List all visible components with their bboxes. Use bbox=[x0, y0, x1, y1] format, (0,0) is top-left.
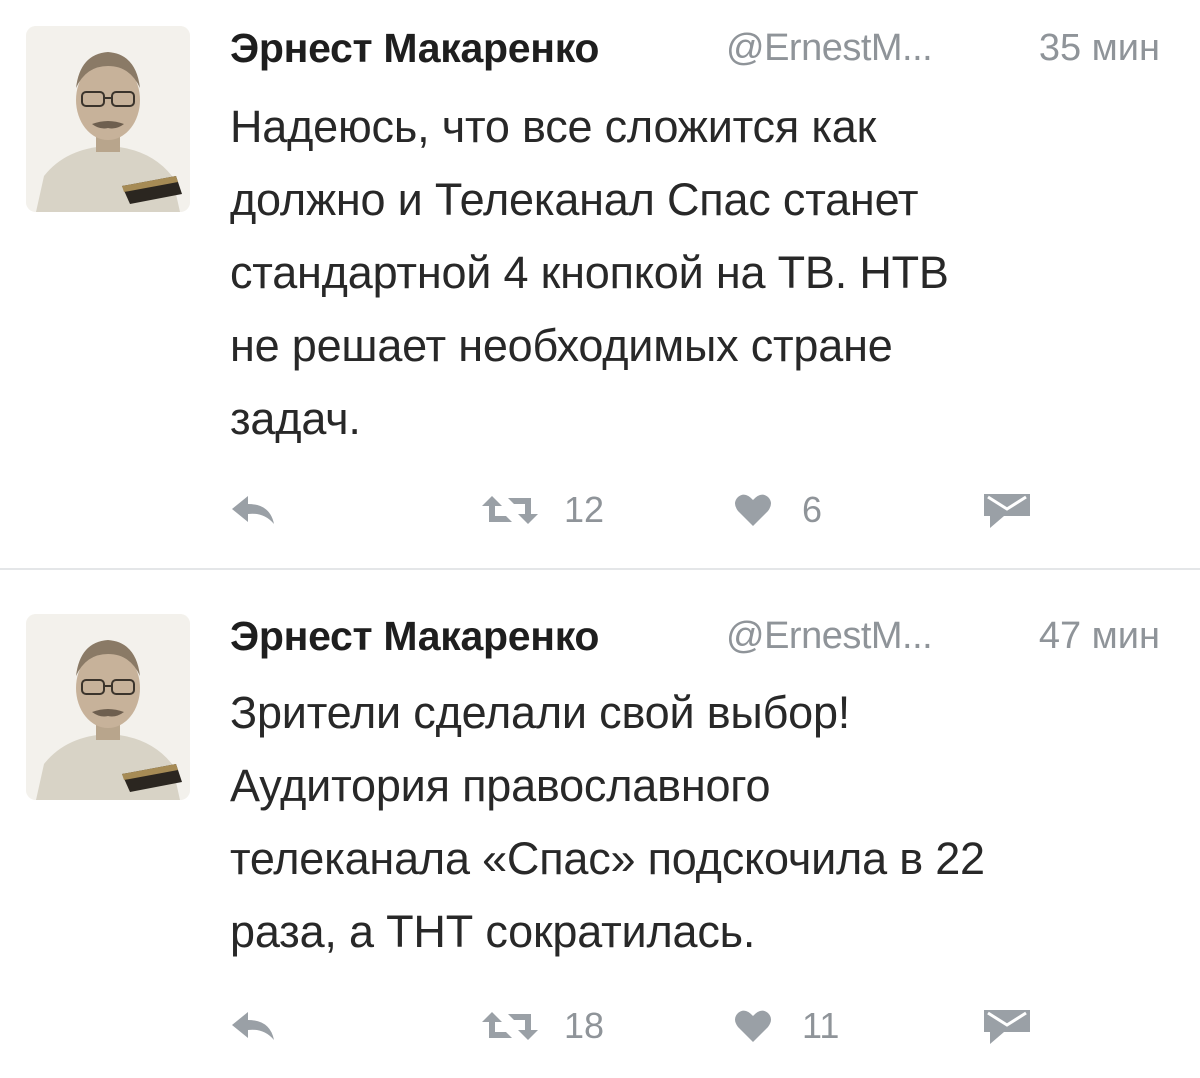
reply-button[interactable] bbox=[228, 480, 278, 540]
avatar[interactable] bbox=[26, 26, 190, 212]
tweet-text: Надеюсь, что все сложится как должно и Т… bbox=[230, 101, 949, 444]
tweet-text: Зрители сделали свой выбор! Аудитория пр… bbox=[230, 687, 985, 957]
like-button[interactable]: 11 bbox=[734, 996, 839, 1056]
reply-icon bbox=[228, 492, 278, 528]
retweet-button[interactable]: 12 bbox=[480, 480, 604, 540]
direct-message-button[interactable] bbox=[982, 996, 1032, 1056]
tweet-divider bbox=[0, 568, 1200, 570]
tweet-timestamp[interactable]: 35 мин bbox=[1039, 20, 1160, 76]
like-count: 6 bbox=[802, 489, 823, 530]
author-name[interactable]: Эрнест Макаренко bbox=[230, 608, 599, 664]
tweet-header: Эрнест Макаренко @ErnestM... 35 мин bbox=[230, 20, 1170, 76]
heart-icon bbox=[734, 1008, 772, 1044]
retweet-icon bbox=[480, 492, 540, 528]
like-button[interactable]: 6 bbox=[734, 480, 822, 540]
reply-button[interactable] bbox=[228, 996, 278, 1056]
author-handle[interactable]: @ErnestM... bbox=[726, 20, 933, 76]
tweet-actions: 18 11 bbox=[0, 996, 1200, 1056]
retweet-count: 12 bbox=[564, 489, 605, 530]
author-handle[interactable]: @ErnestM... bbox=[726, 608, 933, 664]
tweet-card[interactable]: Эрнест Макаренко @ErnestM... 35 мин Наде… bbox=[0, 0, 1200, 568]
author-name[interactable]: Эрнест Макаренко bbox=[230, 20, 599, 76]
tweet-actions: 12 6 bbox=[0, 480, 1200, 540]
direct-message-icon bbox=[982, 490, 1032, 530]
tweet-card[interactable]: Эрнест Макаренко @ErnestM... 47 мин Зрит… bbox=[0, 572, 1200, 1078]
direct-message-icon bbox=[982, 1006, 1032, 1046]
heart-icon bbox=[734, 492, 772, 528]
avatar[interactable] bbox=[26, 614, 190, 800]
retweet-icon bbox=[480, 1008, 540, 1044]
retweet-count: 18 bbox=[564, 1005, 605, 1046]
direct-message-button[interactable] bbox=[982, 480, 1032, 540]
tweet-timestamp[interactable]: 47 мин bbox=[1039, 608, 1160, 664]
tweet-header: Эрнест Макаренко @ErnestM... 47 мин bbox=[230, 608, 1170, 664]
like-count: 11 bbox=[802, 1005, 840, 1046]
reply-icon bbox=[228, 1008, 278, 1044]
retweet-button[interactable]: 18 bbox=[480, 996, 604, 1056]
